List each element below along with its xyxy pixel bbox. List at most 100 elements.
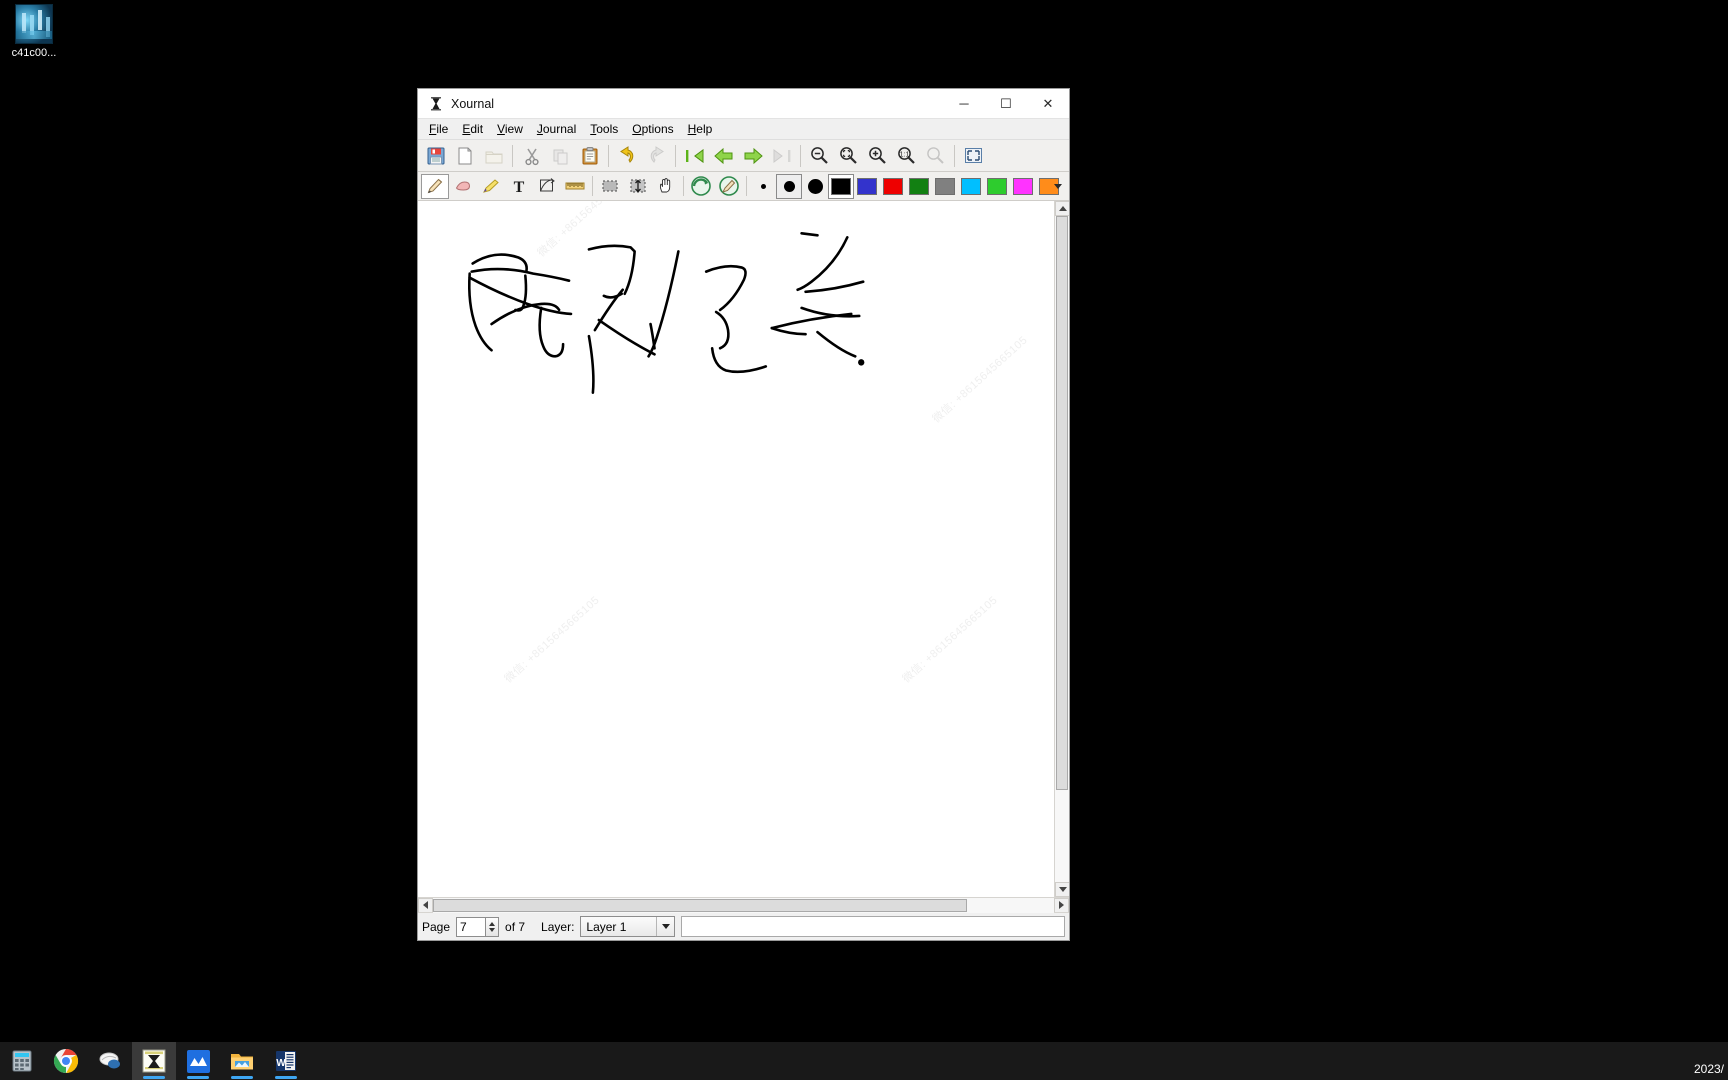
dot-shape [807,178,823,194]
layer-select-value: Layer 1 [586,919,627,934]
color-swatch [1013,177,1033,195]
new-document-icon[interactable] [450,142,479,169]
color-swatch [935,177,955,195]
first-page-icon[interactable] [680,142,709,169]
shape-recognizer-icon[interactable] [533,174,561,199]
vertical-scroll-track[interactable] [1055,216,1069,882]
menu-edit[interactable]: Edit [455,120,490,138]
layer-label: Layer: [541,919,575,934]
taskbar-file-explorer[interactable] [220,1042,264,1080]
color-swatch [909,177,929,195]
taskbar-clock[interactable]: 2023/ [1694,1062,1724,1076]
scroll-down-arrow-icon[interactable] [1055,882,1069,897]
scroll-right-arrow-icon[interactable] [1054,897,1069,913]
reset-tool-icon[interactable] [715,174,743,199]
color-gray[interactable] [932,174,958,199]
xournal-icon [428,96,444,112]
save-icon[interactable] [421,142,450,169]
zoom-fit-icon[interactable] [834,142,863,169]
window-maximize-button[interactable]: ☐ [985,89,1027,118]
zoom-out-icon[interactable] [805,142,834,169]
cut-icon[interactable] [517,142,546,169]
color-black[interactable] [828,173,854,199]
last-page-icon[interactable] [767,142,796,169]
text-icon[interactable]: T [505,174,533,199]
page-viewport[interactable]: 微信: +8615645665105 微信: +8615645665105 微信… [418,201,1054,897]
eraser-icon[interactable] [449,174,477,199]
window-minimize-button[interactable]: ─ [943,89,985,118]
menubar: File Edit View Journal Tools Options Hel… [418,119,1069,140]
ruler-icon[interactable] [561,174,589,199]
taskbar-xournal[interactable] [132,1042,176,1080]
color-green[interactable] [906,174,932,199]
color-swatch [987,177,1007,195]
taskbar-blue-app[interactable] [176,1042,220,1080]
taskbar-mouse-app[interactable] [88,1042,132,1080]
toolbar-separator [675,144,676,167]
notebook-page[interactable]: 微信: +8615645665105 微信: +8615645665105 微信… [418,201,1054,897]
toolbar-overflow-chevron-down-icon[interactable] [1049,172,1067,199]
previous-page-icon[interactable] [709,142,738,169]
horizontal-scroll-thumb[interactable] [433,898,967,912]
taskbar-start-calculator[interactable] [0,1042,44,1080]
chevron-down-icon[interactable] [656,917,674,936]
undo-icon[interactable] [613,142,642,169]
status-message-field [681,916,1065,937]
color-swatch [831,177,851,195]
scroll-up-arrow-icon[interactable] [1055,201,1069,216]
color-lightgreen[interactable] [984,174,1010,199]
vertical-space-icon[interactable] [624,174,652,199]
color-cyan[interactable] [958,174,984,199]
color-red[interactable] [880,174,906,199]
toolbar-separator [683,176,684,196]
hand-icon[interactable] [652,174,680,199]
paste-icon[interactable] [575,142,604,169]
vertical-scroll-thumb[interactable] [1056,216,1068,790]
thickness-fine-dot[interactable] [750,174,776,199]
menu-journal[interactable]: Journal [530,120,583,138]
page-spinner[interactable] [456,916,500,937]
layer-select-dropdown[interactable]: Layer 1 [580,916,676,937]
pen-icon[interactable] [421,173,449,199]
open-folder-icon[interactable] [479,142,508,169]
tools-toolbar: T [418,172,1069,201]
scroll-left-arrow-icon[interactable] [418,897,433,913]
color-blue[interactable] [854,174,880,199]
desktop: c41c00... Xournal ─ ☐ ✕ File Edit View J… [0,0,1728,1080]
menu-help[interactable]: Help [681,120,720,138]
horizontal-scrollbar[interactable] [418,897,1069,913]
canvas-area: 微信: +8615645665105 微信: +8615645665105 微信… [418,201,1069,897]
thickness-thick-dot[interactable] [802,174,828,199]
desktop-file-icon[interactable]: c41c00... [2,4,66,59]
color-magenta[interactable] [1010,174,1036,199]
page-number-input[interactable] [456,916,487,937]
zoom-in-icon[interactable] [863,142,892,169]
color-swatch [961,177,981,195]
menu-file[interactable]: File [422,120,455,138]
taskbar-chrome[interactable] [44,1042,88,1080]
desktop-file-thumbnail [15,4,53,44]
dot-shape [760,183,766,189]
page-spinner-arrows[interactable] [486,916,500,937]
toolbar-separator [608,144,609,167]
fullscreen-icon[interactable] [959,142,988,169]
highlighter-icon[interactable] [477,174,505,199]
taskbar-word[interactable]: W [264,1042,308,1080]
thickness-medium-dot[interactable] [776,173,802,199]
default-pen-icon[interactable] [687,174,715,199]
window-close-button[interactable]: ✕ [1027,89,1069,118]
zoom-find-icon[interactable] [921,142,950,169]
horizontal-scroll-track[interactable] [433,897,1054,913]
main-toolbar: 1:1 [418,140,1069,172]
menu-tools[interactable]: Tools [583,120,625,138]
next-page-icon[interactable] [738,142,767,169]
redo-icon[interactable] [642,142,671,169]
window-titlebar[interactable]: Xournal ─ ☐ ✕ [418,89,1069,119]
vertical-scrollbar[interactable] [1054,201,1069,897]
menu-options[interactable]: Options [625,120,680,138]
copy-icon[interactable] [546,142,575,169]
menu-view[interactable]: View [490,120,530,138]
toolbar-separator [954,144,955,167]
select-rectangle-icon[interactable] [596,174,624,199]
zoom-100-icon[interactable]: 1:1 [892,142,921,169]
